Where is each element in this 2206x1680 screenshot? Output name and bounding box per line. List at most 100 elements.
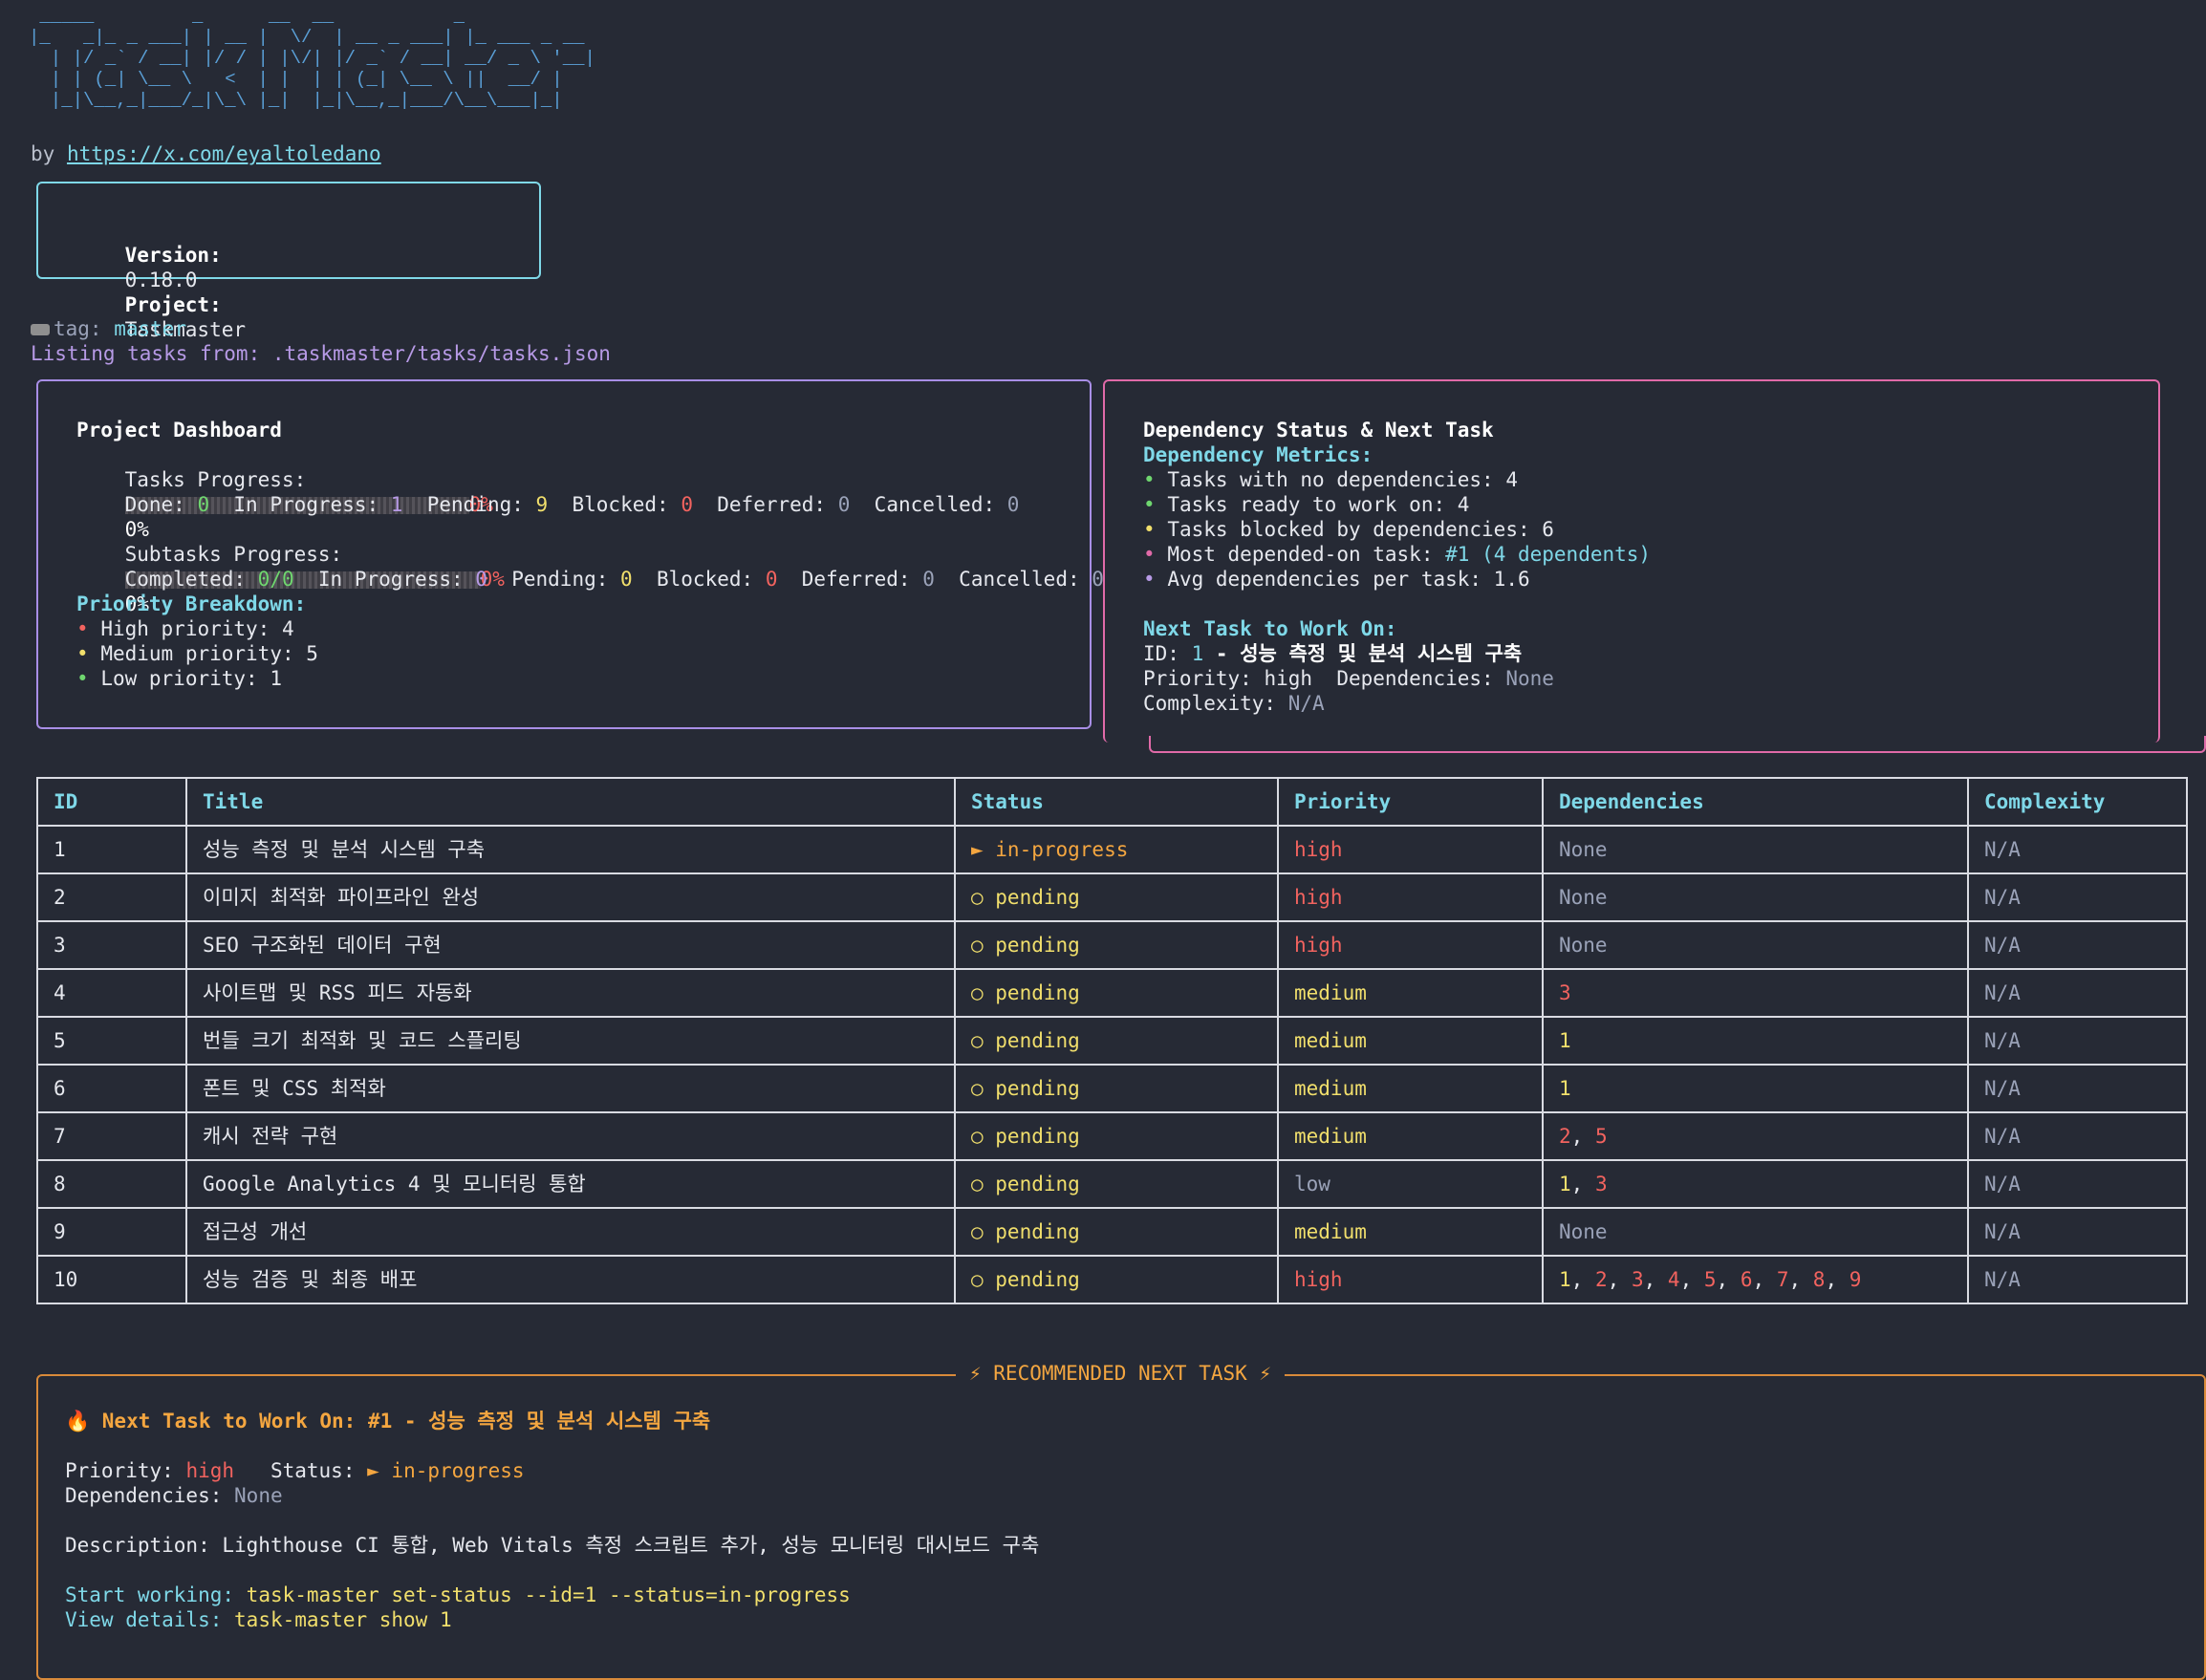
cell-priority: high bbox=[1277, 872, 1544, 922]
table-row[interactable]: 4 사이트맵 및 RSS 피드 자동화 ○ pending medium 3 N… bbox=[36, 968, 2188, 1018]
dep-id: 1 bbox=[1559, 1268, 1571, 1291]
header-complexity: Complexity bbox=[1967, 777, 2188, 827]
cell-title: 성능 측정 및 분석 시스템 구축 bbox=[185, 825, 956, 874]
table-row[interactable]: 2 이미지 최적화 파이프라인 완성 ○ pending high None N… bbox=[36, 872, 2188, 922]
blocked-label: Blocked: bbox=[572, 493, 669, 516]
sub-pending-count: 0 bbox=[620, 568, 633, 591]
dep-separator: , bbox=[1788, 1268, 1802, 1291]
sub-cancelled-label: Cancelled: bbox=[959, 568, 1080, 591]
cell-title: 접근성 개선 bbox=[185, 1207, 956, 1257]
cell-complexity: N/A bbox=[1967, 1016, 2188, 1066]
bullet-icon: • bbox=[1143, 543, 1156, 566]
table-row[interactable]: 8 Google Analytics 4 및 모니터링 통합 ○ pending… bbox=[36, 1159, 2188, 1209]
bullet-icon: • bbox=[1143, 518, 1156, 541]
metric-most-value: #1 (4 dependents) bbox=[1445, 543, 1652, 566]
priority-high-text: High priority: 4 bbox=[100, 617, 294, 640]
cell-dependencies: 2, 5 bbox=[1542, 1111, 1969, 1161]
tag-line: tag: master bbox=[31, 316, 186, 341]
project-dashboard-panel: Project Dashboard Tasks Progress: 0% 0% … bbox=[36, 379, 1104, 729]
cell-status: ○ pending bbox=[954, 1207, 1279, 1257]
cell-dependencies: 1, 2, 3, 4, 5, 6, 7, 8, 9 bbox=[1542, 1255, 1969, 1304]
table-row[interactable]: 7 캐시 전략 구현 ○ pending medium 2, 5 N/A bbox=[36, 1111, 2188, 1161]
cell-title: Google Analytics 4 및 모니터링 통합 bbox=[185, 1159, 956, 1209]
dep-id: 5 bbox=[1594, 1125, 1608, 1148]
author-link[interactable]: https://x.com/eyaltoledano bbox=[67, 142, 381, 165]
inprogress-count: 1 bbox=[390, 493, 403, 516]
metric-avg: • Avg dependencies per task: 1.6 bbox=[1143, 567, 1530, 592]
cell-dependencies: 1, 3 bbox=[1542, 1159, 1969, 1209]
cell-id: 2 bbox=[36, 872, 187, 922]
bullet-icon: • bbox=[76, 667, 89, 690]
table-row[interactable]: 5 번들 크기 최적화 및 코드 스플리팅 ○ pending medium 1… bbox=[36, 1016, 2188, 1066]
metric-blocked: • Tasks blocked by dependencies: 6 bbox=[1143, 517, 1554, 542]
cell-status: ○ pending bbox=[954, 1064, 1279, 1113]
priority-low-text: Low priority: 1 bbox=[100, 667, 282, 690]
cell-complexity: N/A bbox=[1967, 1064, 2188, 1113]
metric-most-depended: • Most depended-on task: #1 (4 dependent… bbox=[1143, 542, 1651, 567]
dep-separator: , bbox=[1607, 1268, 1620, 1291]
dep-id: 9 bbox=[1849, 1268, 1862, 1291]
table-header-row: ID Title Status Priority Dependencies Co… bbox=[36, 777, 2188, 827]
bullet-icon: • bbox=[1143, 493, 1156, 516]
cell-id: 10 bbox=[36, 1255, 187, 1304]
task-table: ID Title Status Priority Dependencies Co… bbox=[36, 777, 2188, 1304]
listing-source: Listing tasks from: .taskmaster/tasks/ta… bbox=[31, 342, 611, 365]
priority-low: • Low priority: 1 bbox=[76, 666, 282, 691]
rec-description-value: Lighthouse CI 통합, Web Vitals 측정 스크립트 추가,… bbox=[222, 1534, 1040, 1557]
sub-deferred-label: Deferred: bbox=[801, 568, 911, 591]
sub-pending-label: Pending: bbox=[511, 568, 609, 591]
cell-complexity: N/A bbox=[1967, 968, 2188, 1018]
dep-id: 8 bbox=[1812, 1268, 1826, 1291]
cell-priority: medium bbox=[1277, 1111, 1544, 1161]
cell-title: 캐시 전략 구현 bbox=[185, 1111, 956, 1161]
next-task-priority: high bbox=[1264, 667, 1313, 690]
cell-priority: medium bbox=[1277, 968, 1544, 1018]
cell-priority: high bbox=[1277, 1255, 1544, 1304]
cell-priority: medium bbox=[1277, 1064, 1544, 1113]
cell-dependencies: 3 bbox=[1542, 968, 1969, 1018]
byline: by https://x.com/eyaltoledano bbox=[31, 141, 381, 166]
dep-id: 3 bbox=[1594, 1173, 1608, 1195]
dep-id: 2 bbox=[1559, 1125, 1571, 1148]
cell-title: 번들 크기 최적화 및 코드 스플리팅 bbox=[185, 1016, 956, 1066]
cell-complexity: N/A bbox=[1967, 1207, 2188, 1257]
recommended-deps-row: Dependencies: None bbox=[65, 1483, 283, 1508]
metric-ready-text: Tasks ready to work on: 4 bbox=[1167, 493, 1470, 516]
cell-dependencies: None bbox=[1542, 920, 1969, 970]
cell-title: 사이트맵 및 RSS 피드 자동화 bbox=[185, 968, 956, 1018]
metric-no-deps-text: Tasks with no dependencies: 4 bbox=[1167, 468, 1518, 491]
table-row[interactable]: 10 성능 검증 및 최종 배포 ○ pending high 1, 2, 3,… bbox=[36, 1255, 2188, 1304]
completed-label: Completed: bbox=[124, 568, 247, 591]
table-row[interactable]: 3 SEO 구조화된 데이터 구현 ○ pending high None N/… bbox=[36, 920, 2188, 970]
priority-medium: • Medium priority: 5 bbox=[76, 641, 318, 666]
done-label: Done: bbox=[124, 493, 185, 516]
cell-dependencies: None bbox=[1542, 825, 1969, 874]
start-working-command[interactable]: task-master set-status --id=1 --status=i… bbox=[247, 1583, 851, 1606]
next-task-complexity-row: Complexity: N/A bbox=[1143, 691, 1325, 716]
table-row[interactable]: 1 성능 측정 및 분석 시스템 구축 ► in-progress high N… bbox=[36, 825, 2188, 874]
complexity-label: Complexity: bbox=[1143, 692, 1277, 715]
cell-status: ○ pending bbox=[954, 1016, 1279, 1066]
sub-deferred-count: 0 bbox=[922, 568, 935, 591]
view-details-command[interactable]: task-master show 1 bbox=[234, 1608, 452, 1631]
dependency-status-panel: Dependency Status & Next Task Dependency… bbox=[1103, 379, 2160, 743]
header-priority: Priority bbox=[1277, 777, 1544, 827]
priority-breakdown-title: Priority Breakdown: bbox=[76, 592, 307, 615]
dep-id: 4 bbox=[1667, 1268, 1680, 1291]
table-row[interactable]: 9 접근성 개선 ○ pending medium None N/A bbox=[36, 1207, 2188, 1257]
cell-priority: medium bbox=[1277, 1016, 1544, 1066]
bullet-icon: • bbox=[76, 642, 89, 665]
recommended-priority-row: Priority: high Status: ► in-progress bbox=[65, 1458, 525, 1483]
version-label: Version: bbox=[124, 244, 222, 267]
cell-dependencies: 1 bbox=[1542, 1064, 1969, 1113]
dep-separator: , bbox=[1752, 1268, 1765, 1291]
cell-dependencies: None bbox=[1542, 1207, 1969, 1257]
deferred-count: 0 bbox=[837, 493, 851, 516]
tag-icon bbox=[31, 324, 50, 335]
blocked-count: 0 bbox=[681, 493, 693, 516]
metric-no-deps: • Tasks with no dependencies: 4 bbox=[1143, 467, 1518, 492]
deps-label: Dependencies: bbox=[1336, 667, 1494, 690]
dep-id: 3 bbox=[1559, 981, 1571, 1004]
table-row[interactable]: 6 폰트 및 CSS 최적화 ○ pending medium 1 N/A bbox=[36, 1064, 2188, 1113]
sub-inprogress-label: In Progress: bbox=[317, 568, 464, 591]
